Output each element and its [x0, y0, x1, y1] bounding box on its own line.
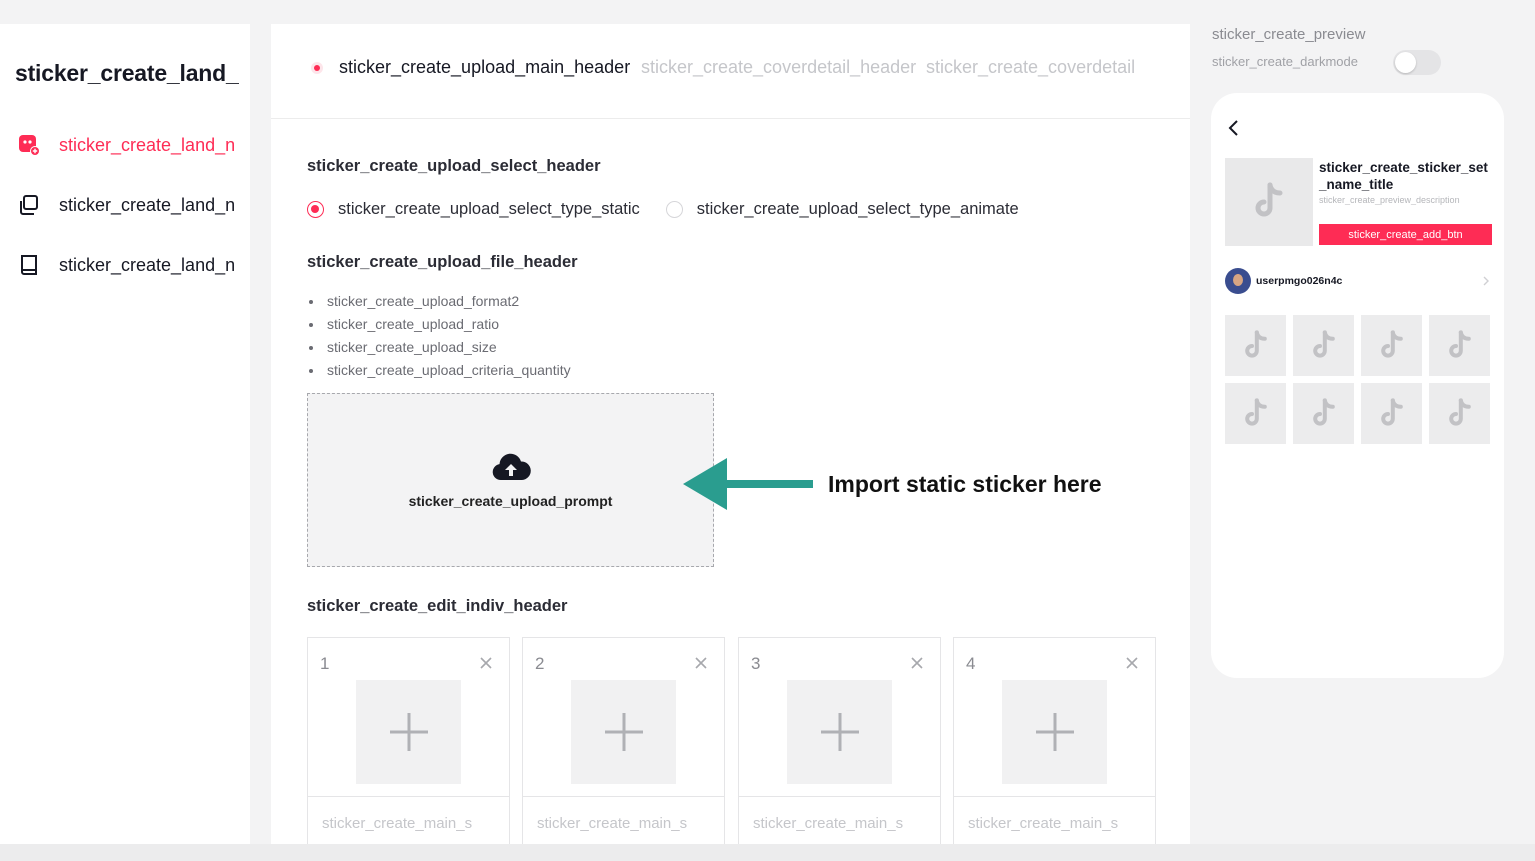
- type-radio-group: sticker_create_upload_select_type_static…: [307, 200, 1045, 219]
- radio-static-label[interactable]: sticker_create_upload_select_type_static: [338, 200, 640, 219]
- step-cover-detail[interactable]: sticker_create_coverdetail: [926, 57, 1166, 78]
- sidebar-item-label: sticker_create_land_n: [59, 254, 236, 275]
- preview-sticker-cell: [1293, 315, 1354, 376]
- select-header: sticker_create_upload_select_header: [307, 157, 601, 175]
- step-bar: sticker_create_upload_main_header sticke…: [271, 24, 1190, 119]
- add-sticker-set-button[interactable]: sticker_create_add_btn: [1319, 224, 1492, 245]
- preview-sticker-cell: [1225, 383, 1286, 444]
- preview-sticker-cell: [1429, 383, 1490, 444]
- copy-icon: [16, 192, 42, 218]
- darkmode-toggle[interactable]: [1393, 50, 1441, 75]
- plus-icon: [820, 713, 859, 751]
- plus-icon: [1035, 713, 1074, 751]
- active-step-dot: [311, 62, 323, 74]
- preview-description: sticker_create_preview_description: [1319, 195, 1460, 205]
- add-sticker-button[interactable]: [1002, 680, 1107, 784]
- phone-preview: sticker_create_sticker_set_name_title st…: [1211, 93, 1504, 678]
- darkmode-label: sticker_create_darkmode: [1212, 54, 1358, 69]
- tiktok-logo-icon: [1244, 329, 1267, 358]
- close-icon[interactable]: [908, 654, 926, 672]
- step-upload[interactable]: sticker_create_upload_main_header: [339, 57, 630, 78]
- sidebar-item-sticker[interactable]: sticker_create_land_n: [16, 130, 235, 160]
- tiktok-logo-icon: [1255, 182, 1283, 217]
- annotation-text: Import static sticker here: [828, 471, 1102, 497]
- close-icon[interactable]: [1123, 654, 1141, 672]
- upload-dropzone[interactable]: sticker_create_upload_prompt: [307, 393, 714, 567]
- preview-sticker-cell: [1225, 315, 1286, 376]
- sidebar-item-label: sticker_create_land_n: [59, 134, 236, 155]
- preview-title: sticker_create_preview: [1212, 26, 1366, 43]
- bottom-bar: [0, 844, 1535, 861]
- sticker-set-title: sticker_create_sticker_set_name_title: [1319, 160, 1488, 192]
- annotation-arrow-icon: [683, 458, 813, 510]
- preview-sticker-cell: [1361, 383, 1422, 444]
- sticker-cover: [1225, 158, 1313, 246]
- sticker-slot: 1 sticker_create_main_s: [307, 637, 510, 844]
- tiktok-logo-icon: [1380, 397, 1403, 426]
- tiktok-logo-icon: [1244, 397, 1267, 426]
- slot-caption-input[interactable]: sticker_create_main_s: [523, 796, 724, 844]
- radio-animate-label[interactable]: sticker_create_upload_select_type_animat…: [697, 200, 1019, 219]
- step-cover-detail-header[interactable]: sticker_create_coverdetail_header: [641, 57, 931, 78]
- chevron-left-icon[interactable]: [1227, 119, 1241, 137]
- upload-criteria-list: sticker_create_upload_format2 sticker_cr…: [309, 290, 571, 382]
- sticker-icon: [16, 132, 42, 158]
- slot-caption-input[interactable]: sticker_create_main_s: [739, 796, 940, 844]
- slot-number: 1: [320, 654, 330, 673]
- radio-static[interactable]: [307, 201, 324, 218]
- tiktok-logo-icon: [1312, 329, 1335, 358]
- plus-icon: [604, 713, 643, 751]
- slot-number: 2: [535, 654, 545, 673]
- sidebar-item-copy[interactable]: sticker_create_land_n: [16, 190, 235, 220]
- add-sticker-button[interactable]: [787, 680, 892, 784]
- sticker-slot: 4 sticker_create_main_s: [953, 637, 1156, 844]
- main-panel: sticker_create_upload_main_header sticke…: [271, 24, 1190, 844]
- list-item: sticker_create_upload_format2: [309, 290, 571, 313]
- upload-prompt: sticker_create_upload_prompt: [408, 492, 613, 509]
- tiktok-logo-icon: [1448, 329, 1471, 358]
- tiktok-logo-icon: [1380, 329, 1403, 358]
- preview-sticker-cell: [1361, 315, 1422, 376]
- close-icon[interactable]: [477, 654, 495, 672]
- chevron-right-icon[interactable]: [1482, 275, 1490, 287]
- close-icon[interactable]: [692, 654, 710, 672]
- list-item: sticker_create_upload_criteria_quantity: [309, 359, 571, 382]
- plus-icon: [389, 713, 428, 751]
- sidebar-item-label: sticker_create_land_n: [59, 194, 236, 215]
- sidebar-item-book[interactable]: sticker_create_land_n: [16, 250, 235, 280]
- cloud-upload-icon: [491, 452, 531, 487]
- add-sticker-button[interactable]: [356, 680, 461, 784]
- sidebar: sticker_create_land_ sticker_create_land…: [0, 24, 250, 844]
- slot-number: 4: [966, 654, 976, 673]
- username: userpmgo026n4c: [1256, 275, 1343, 287]
- list-item: sticker_create_upload_ratio: [309, 313, 571, 336]
- file-header: sticker_create_upload_file_header: [307, 253, 578, 271]
- slot-number: 3: [751, 654, 761, 673]
- slot-caption-input[interactable]: sticker_create_main_s: [308, 796, 509, 844]
- avatar: [1225, 268, 1251, 294]
- add-sticker-button[interactable]: [571, 680, 676, 784]
- sticker-slot: 3 sticker_create_main_s: [738, 637, 941, 844]
- tiktok-logo-icon: [1448, 397, 1471, 426]
- book-icon: [16, 252, 42, 278]
- preview-sticker-cell: [1429, 315, 1490, 376]
- edit-header: sticker_create_edit_indiv_header: [307, 597, 568, 615]
- slot-caption-input[interactable]: sticker_create_main_s: [954, 796, 1155, 844]
- radio-animate[interactable]: [665, 201, 683, 218]
- list-item: sticker_create_upload_size: [309, 336, 571, 359]
- sticker-slot: 2 sticker_create_main_s: [522, 637, 725, 844]
- sidebar-title: sticker_create_land_: [15, 60, 239, 86]
- tiktok-logo-icon: [1312, 397, 1335, 426]
- preview-sticker-cell: [1293, 383, 1354, 444]
